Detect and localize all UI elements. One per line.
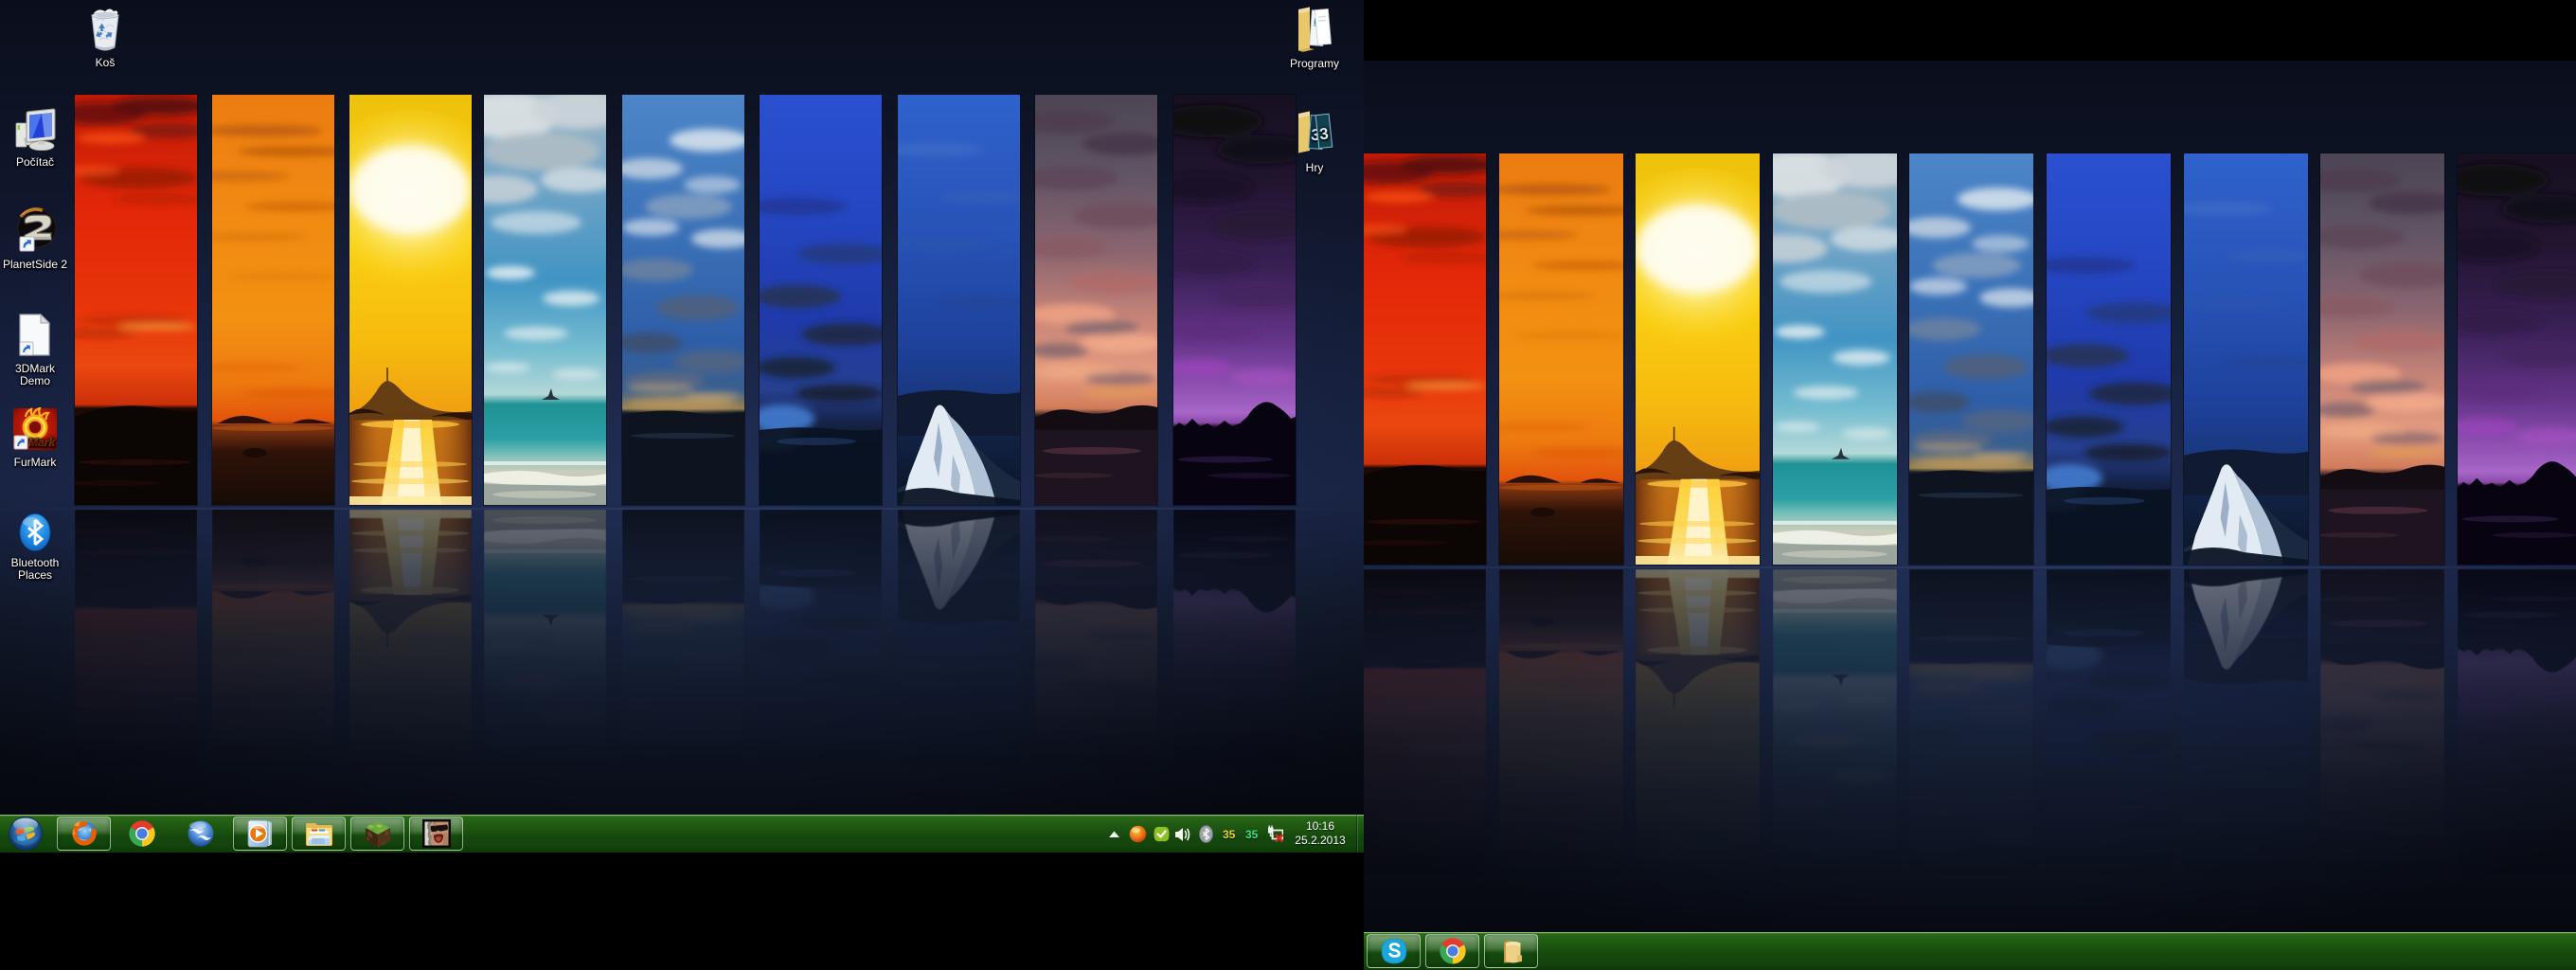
svg-text:Mark: Mark: [28, 436, 56, 449]
svg-text:3: 3: [1318, 124, 1329, 143]
